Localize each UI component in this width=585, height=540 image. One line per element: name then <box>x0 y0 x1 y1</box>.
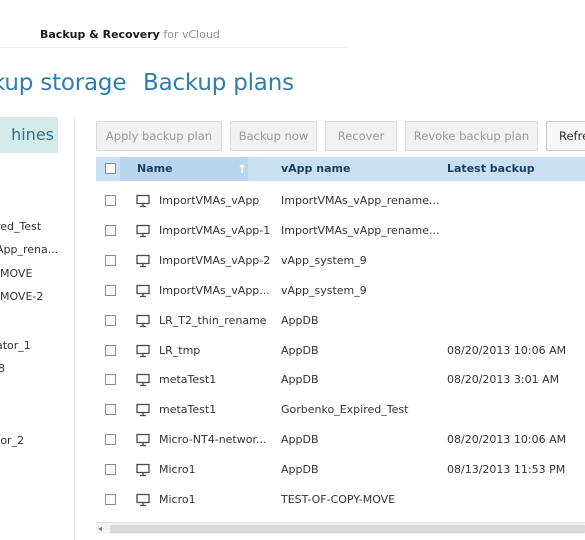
app-product: for vCloud <box>163 28 220 41</box>
row-checkbox[interactable] <box>105 284 116 296</box>
select-all-checkbox[interactable] <box>105 163 116 174</box>
vm-name-cell: metaTest1 <box>159 403 217 417</box>
scrollbar-thumb[interactable] <box>110 525 585 533</box>
row-checkbox[interactable] <box>105 404 116 416</box>
app-title: Backup & Recovery for vCloud <box>40 28 220 41</box>
horizontal-scrollbar[interactable]: ◂ <box>96 522 585 534</box>
table-row[interactable]: LR_tmp AppDB 08/20/2013 10:06 AM <box>96 336 585 366</box>
row-checkbox[interactable] <box>105 434 116 446</box>
table-row[interactable]: metaTest1 Gorbenko_Expired_Test <box>96 395 585 425</box>
tab-backup-storage[interactable]: kup storage <box>0 70 126 96</box>
row-checkbox[interactable] <box>105 195 116 206</box>
vapp-name-cell: vApp_system_9 <box>281 253 367 267</box>
vapp-name-cell: vApp_system_9 <box>281 283 367 297</box>
app-brand: Backup & Recovery <box>40 28 160 41</box>
left-panel-item[interactable]: -MOVE <box>0 267 32 280</box>
table-row[interactable]: Micro1 TEST-OF-COPY-MOVE <box>96 485 585 515</box>
apply-backup-plan-button[interactable]: Apply backup plan <box>96 121 222 151</box>
vapp-name-cell: ImportVMAs_vApp_rename... <box>281 223 440 237</box>
vm-name-cell: Micro-NT4-networ... <box>159 433 267 447</box>
recover-button[interactable]: Recover <box>325 121 397 151</box>
tab-backup-plans[interactable]: Backup plans <box>143 70 294 96</box>
vm-name-cell: Micro1 <box>159 463 196 477</box>
latest-backup-cell: 08/13/2013 11:53 PM <box>447 463 566 477</box>
vapp-name-cell: AppDB <box>281 343 319 357</box>
refresh-button[interactable]: Refre <box>546 121 585 151</box>
latest-backup-cell: 08/20/2013 10:06 AM <box>447 433 567 447</box>
monitor-icon <box>136 314 150 327</box>
table-row[interactable]: ImportVMAs_vApp-2 vApp_system_9 <box>96 246 585 276</box>
vm-name-cell: LR_T2_thin_rename <box>159 313 267 327</box>
column-header-latest-backup[interactable]: Latest backup <box>447 157 535 181</box>
vapp-name-cell: ImportVMAs_vApp_rename... <box>281 194 440 207</box>
column-header-name[interactable]: Name <box>137 157 173 181</box>
left-panel-item[interactable]: App_rena... <box>0 243 58 256</box>
vm-name-cell: metaTest1 <box>159 373 217 387</box>
monitor-icon <box>136 434 150 447</box>
monitor-icon <box>136 194 150 208</box>
vapp-name-cell: AppDB <box>281 463 319 477</box>
row-checkbox[interactable] <box>105 464 116 476</box>
revoke-backup-plan-button[interactable]: Revoke backup plan <box>405 121 538 151</box>
title-divider <box>0 47 348 48</box>
monitor-icon <box>136 463 150 477</box>
chevron-left-icon[interactable]: ◂ <box>98 523 102 535</box>
vm-name-cell: ImportVMAs_vApp... <box>159 283 270 297</box>
monitor-icon <box>136 344 150 357</box>
vm-name-cell: Micro1 <box>159 493 196 506</box>
monitor-icon <box>136 284 150 297</box>
sort-ascending-icon[interactable]: ↑ <box>237 157 247 181</box>
vapp-name-cell: AppDB <box>281 313 319 327</box>
row-checkbox[interactable] <box>105 374 116 386</box>
table-row[interactable]: ImportVMAs_vApp... vApp_system_9 <box>96 276 585 306</box>
monitor-icon <box>136 404 150 417</box>
machines-header[interactable]: hines <box>0 117 58 153</box>
latest-backup-cell: 08/20/2013 10:06 AM <box>447 343 567 357</box>
backup-now-button[interactable]: Backup now <box>230 121 317 151</box>
vm-name-cell: ImportVMAs_vApp-2 <box>159 253 271 267</box>
left-panel-item[interactable]: red_Test <box>0 220 41 233</box>
grid-header: Name ↑ vApp name Latest backup <box>96 157 585 181</box>
left-panel-item[interactable]: ator_1 <box>0 339 31 352</box>
vapp-name-cell: TEST-OF-COPY-MOVE <box>281 493 396 506</box>
vm-name-cell: ImportVMAs_vApp <box>159 194 260 207</box>
table-row[interactable]: Micro1 AppDB 08/13/2013 11:53 PM <box>96 455 585 485</box>
row-checkbox[interactable] <box>105 254 116 266</box>
row-checkbox[interactable] <box>105 314 116 326</box>
vapp-name-cell: Gorbenko_Expired_Test <box>281 403 409 417</box>
table-row[interactable]: LR_T2_thin_rename AppDB <box>96 306 585 336</box>
row-checkbox[interactable] <box>105 494 116 505</box>
left-panel-item[interactable]: tor_2 <box>0 434 24 447</box>
left-panel-item[interactable]: 8 <box>0 362 5 375</box>
monitor-icon <box>136 493 150 507</box>
table-row[interactable]: metaTest1 AppDB 08/20/2013 3:01 AM <box>96 365 585 395</box>
table-row[interactable]: Micro-NT4-networ... AppDB 08/20/2013 10:06… <box>96 425 585 455</box>
latest-backup-cell: 08/20/2013 3:01 AM <box>447 373 560 387</box>
vapp-name-cell: AppDB <box>281 373 319 387</box>
vapp-name-cell: AppDB <box>281 433 319 447</box>
monitor-icon <box>136 254 150 267</box>
table-row[interactable]: ImportVMAs_vApp ImportVMAs_vApp_rename... <box>96 186 585 216</box>
vm-grid: Name ↑ vApp name Latest backup ImportVMA… <box>96 157 585 540</box>
monitor-icon <box>136 224 150 238</box>
monitor-icon <box>136 374 150 387</box>
column-header-vapp-name[interactable]: vApp name <box>281 157 350 181</box>
vm-name-cell: LR_tmp <box>159 343 201 357</box>
table-row[interactable]: ImportVMAs_vApp-1 ImportVMAs_vApp_rename.… <box>96 216 585 246</box>
row-checkbox[interactable] <box>105 344 116 356</box>
left-panel-item[interactable]: -MOVE-2 <box>0 290 43 303</box>
vm-name-cell: ImportVMAs_vApp-1 <box>159 223 271 237</box>
row-checkbox[interactable] <box>105 224 116 236</box>
left-panel: hines red_Test App_rena... -MOVE -MOVE-2… <box>0 117 75 540</box>
